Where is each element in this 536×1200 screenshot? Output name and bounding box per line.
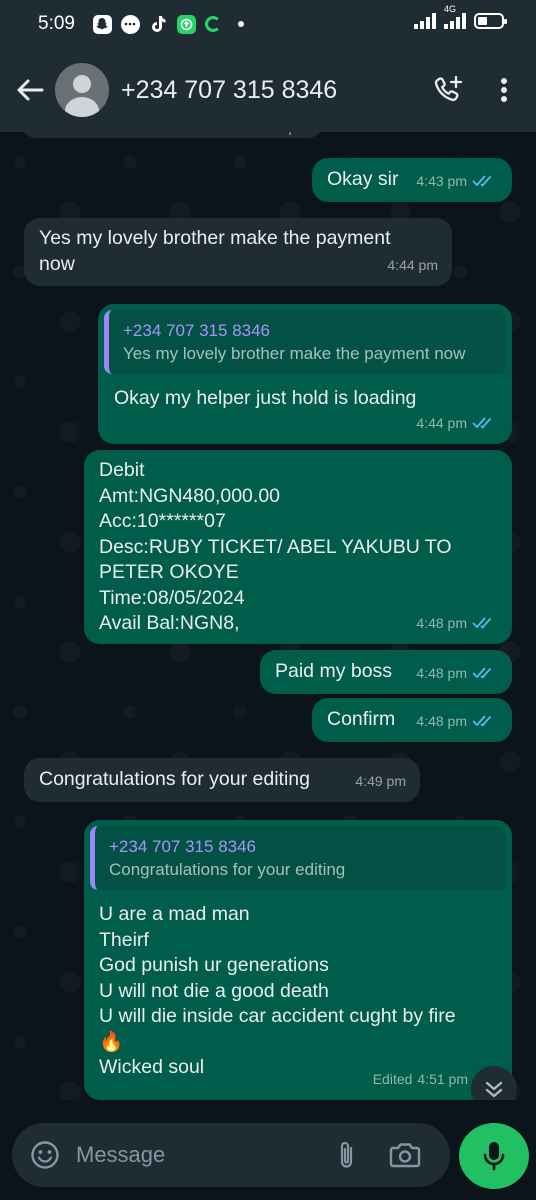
- avatar[interactable]: [55, 63, 109, 117]
- double-check-icon: [472, 617, 492, 630]
- message-text: Okay sir: [327, 168, 399, 190]
- signal-4g-icon: 4G: [444, 5, 466, 29]
- message-text: Yes my lovely brother make the payment n…: [39, 227, 391, 275]
- voice-record-button[interactable]: [459, 1123, 529, 1189]
- back-button[interactable]: [5, 65, 55, 115]
- quoted-text: Congratulations for your editing: [109, 860, 346, 879]
- more-options-button[interactable]: [476, 62, 532, 118]
- message-bubble-outgoing[interactable]: Paid my boss 4:48 pm: [260, 650, 512, 694]
- message-time: 4:44 pm: [387, 256, 438, 273]
- contact-name[interactable]: +234 707 315 8346: [121, 76, 420, 105]
- double-check-icon: [472, 715, 492, 728]
- snapchat-icon: [92, 14, 112, 34]
- emoji-button[interactable]: [18, 1128, 72, 1182]
- quoted-sender: +234 707 315 8346: [123, 321, 271, 340]
- chat-header: +234 707 315 8346: [0, 48, 536, 132]
- status-bar: 5:09 4G: [0, 0, 536, 48]
- message-time: 4:43 pm: [416, 172, 467, 189]
- message-time: 4:51 pm: [417, 1070, 468, 1087]
- message-text: Paid my boss: [275, 660, 393, 682]
- edited-label: Edited: [372, 1070, 413, 1087]
- sync-icon: [204, 16, 221, 32]
- system-indicators: 4G: [414, 5, 507, 29]
- attach-icon: [340, 1141, 353, 1168]
- emoji-icon: [31, 1141, 59, 1169]
- camera-icon: [389, 1143, 421, 1168]
- message-time: 4:44 pm: [416, 414, 467, 431]
- back-arrow-icon: [17, 79, 44, 101]
- message-text: Congratulations for your editing: [39, 768, 310, 790]
- message-time: 4:48 pm: [416, 664, 467, 681]
- status-time: 5:09: [38, 13, 75, 34]
- signal-icon: [414, 13, 436, 29]
- message-text: U are a mad man Theirf God punish ur gen…: [99, 903, 456, 1078]
- message-input-box[interactable]: [12, 1123, 450, 1187]
- message-bubble-outgoing-reply[interactable]: +234 707 315 8346 Yes my lovely brother …: [98, 304, 512, 444]
- partial-message-bubble[interactable]: 4:43 pm: [22, 132, 322, 138]
- app-icon: [176, 14, 196, 34]
- message-time: 4:48 pm: [416, 712, 467, 729]
- message-time: 4:43 pm: [257, 132, 308, 140]
- quoted-message[interactable]: +234 707 315 8346 Congratulations for yo…: [90, 826, 506, 890]
- message-bubble-incoming[interactable]: Yes my lovely brother make the payment n…: [24, 218, 452, 286]
- dot-icon: [237, 21, 244, 27]
- quoted-text: Yes my lovely brother make the payment n…: [123, 344, 466, 363]
- double-check-icon: [472, 667, 492, 680]
- message-time: 4:49 pm: [355, 772, 406, 789]
- chat-icon: [120, 14, 140, 34]
- message-input[interactable]: [76, 1142, 326, 1168]
- message-bubble-outgoing[interactable]: Confirm 4:48 pm: [312, 698, 512, 742]
- composer: [0, 1100, 536, 1200]
- message-text: Confirm: [327, 708, 396, 730]
- quoted-message[interactable]: +234 707 315 8346 Yes my lovely brother …: [104, 310, 506, 374]
- camera-button[interactable]: [378, 1130, 432, 1180]
- tiktok-icon: [149, 15, 168, 34]
- network-type: 4G: [444, 4, 457, 14]
- message-bubble-outgoing-reply[interactable]: +234 707 315 8346 Congratulations for yo…: [84, 820, 512, 1100]
- message-bubble-incoming[interactable]: Congratulations for your editing 4:49 pm: [24, 758, 420, 802]
- add-call-icon: [434, 75, 463, 101]
- double-check-icon: [472, 417, 492, 430]
- mic-icon: [483, 1142, 505, 1171]
- message-bubble-outgoing[interactable]: Okay sir 4:43 pm: [312, 158, 512, 202]
- message-bubble-outgoing[interactable]: Debit Amt:NGN480,000.00 Acc:10******07 D…: [84, 450, 512, 644]
- message-text: Okay my helper just hold is loading: [114, 387, 417, 409]
- chat-area[interactable]: 4:43 pm Okay sir 4:43 pm Yes my lovely b…: [0, 132, 536, 1100]
- attach-button[interactable]: [326, 1130, 368, 1180]
- quoted-sender: +234 707 315 8346: [109, 837, 257, 856]
- message-time: 4:48 pm: [416, 614, 467, 631]
- add-call-button[interactable]: [420, 62, 476, 118]
- double-check-icon: [472, 175, 492, 188]
- more-vert-icon: [501, 78, 507, 102]
- notification-icons: [92, 14, 244, 34]
- double-chevron-down-icon: [485, 1081, 503, 1098]
- battery-icon: [474, 13, 507, 29]
